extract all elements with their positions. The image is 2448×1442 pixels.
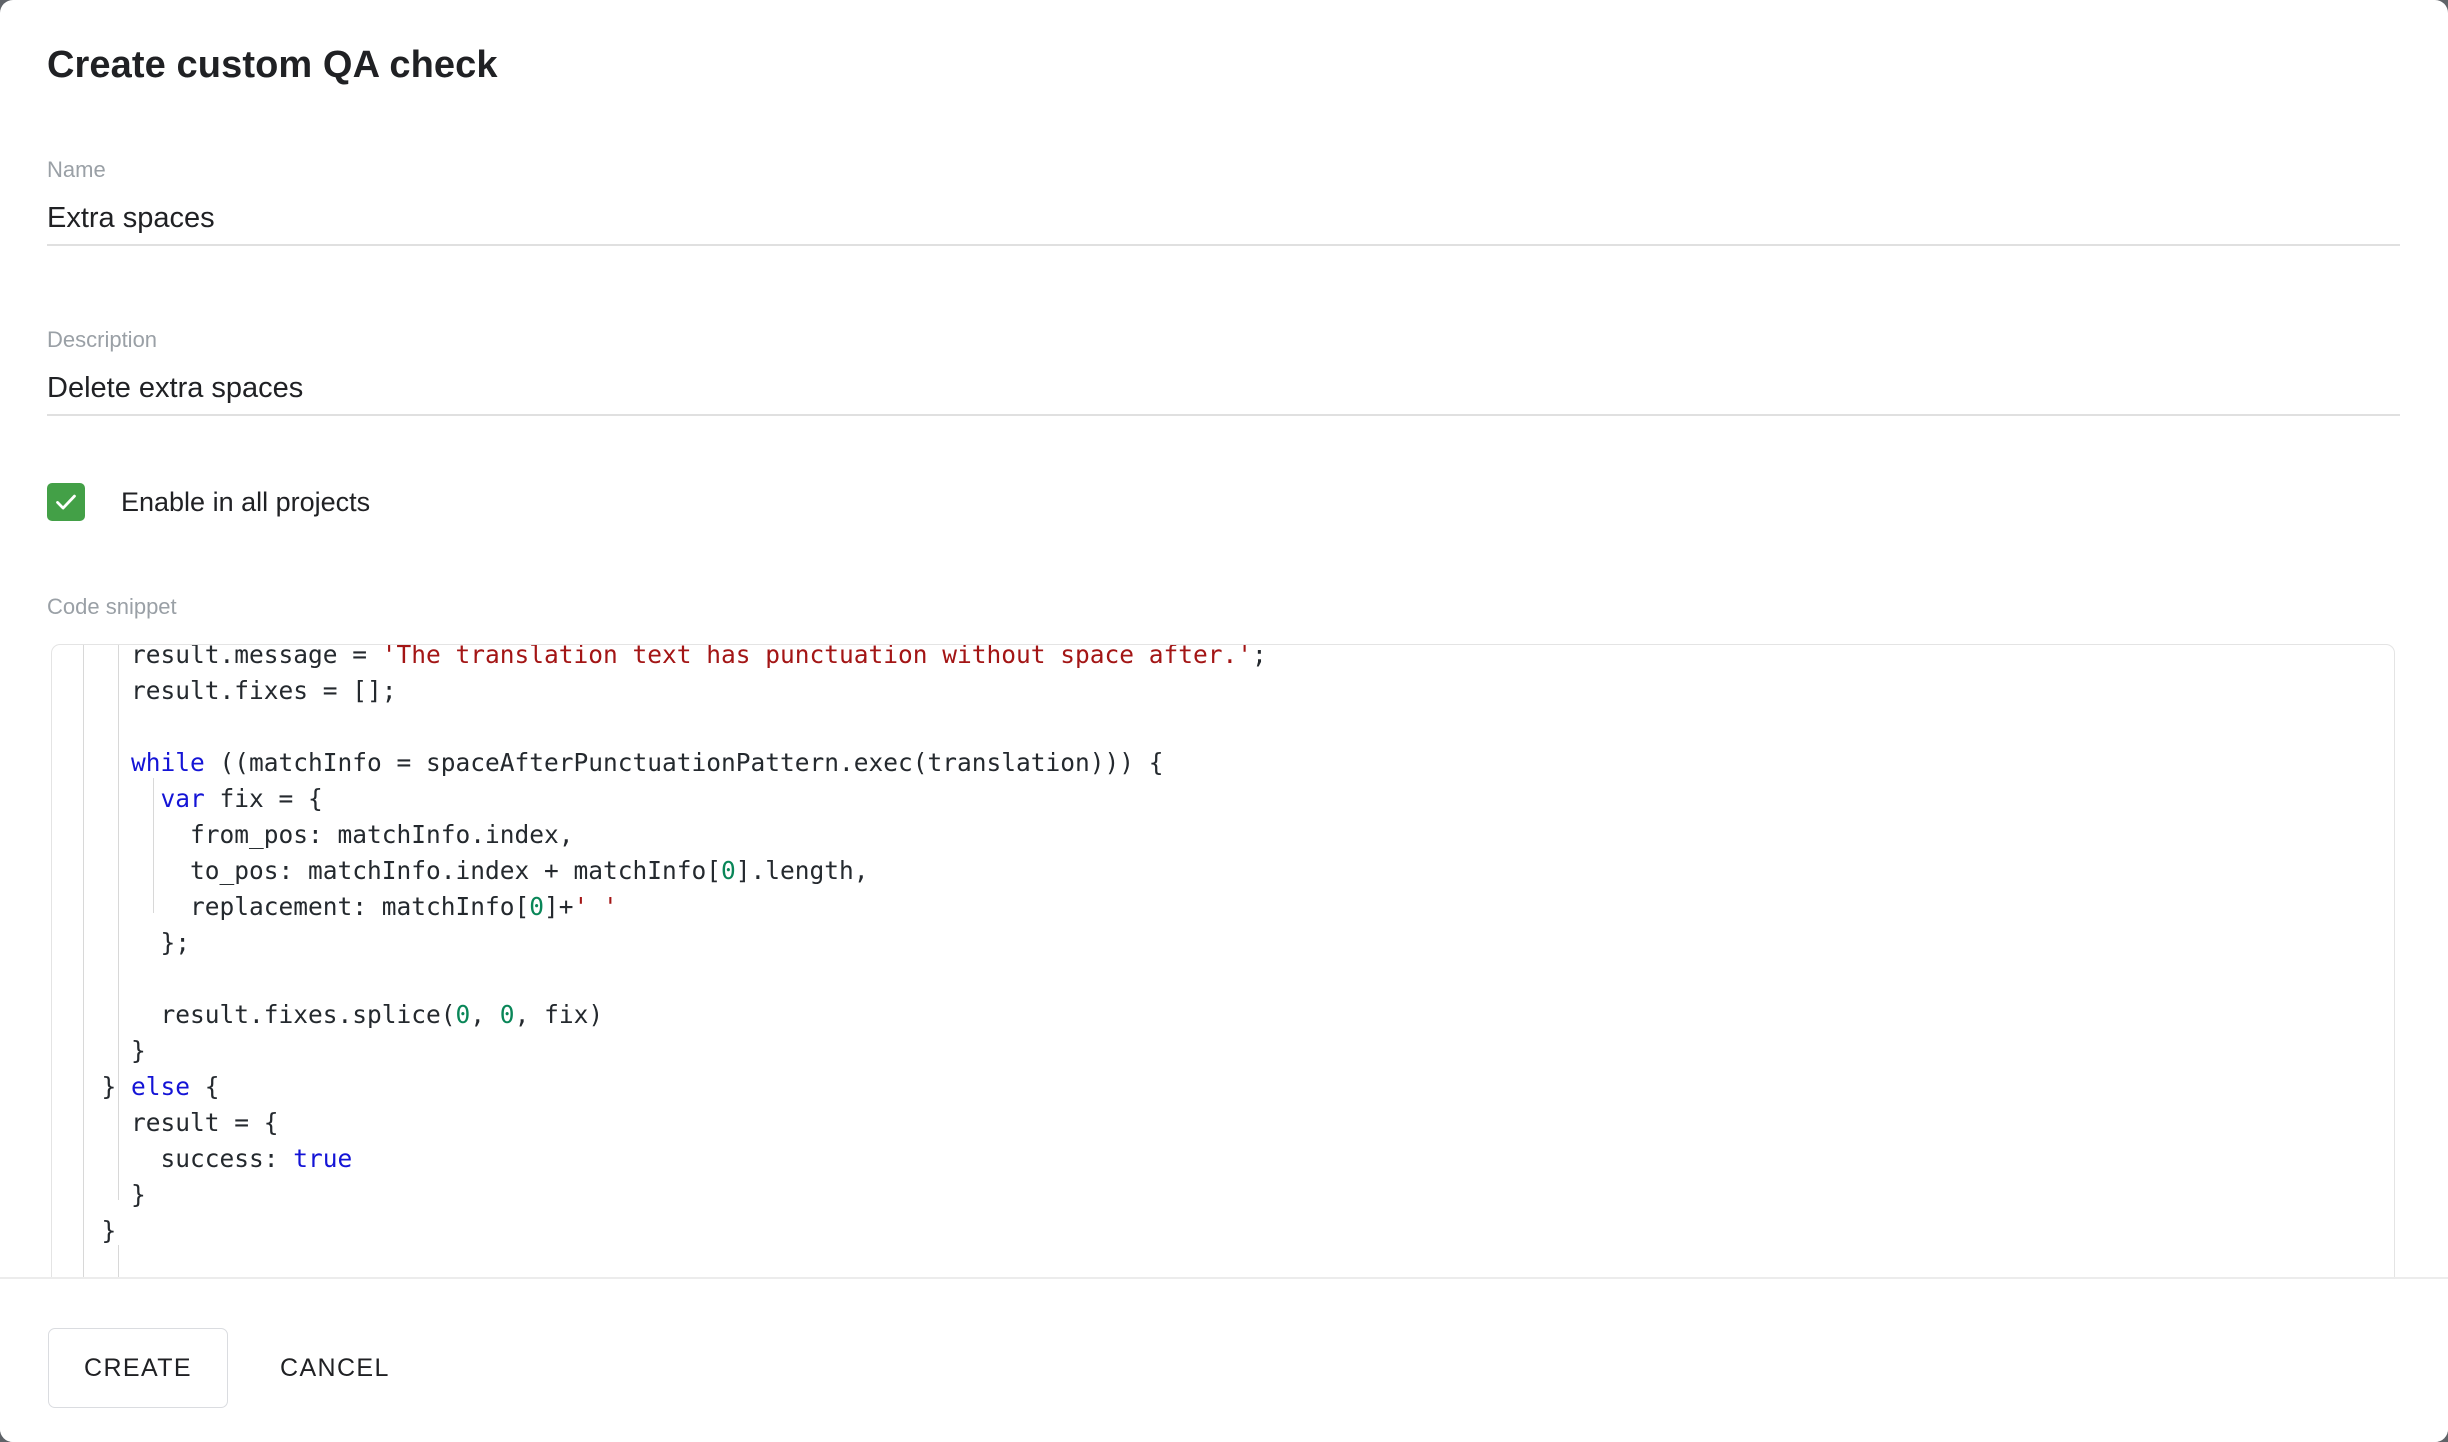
code-line: } [52,1177,2394,1213]
enable-in-all-projects-label: Enable in all projects [121,487,370,518]
create-button[interactable]: CREATE [48,1328,228,1408]
code-token: ' ' [574,892,618,921]
code-token: 'The translation text has punctuation wi… [382,644,1252,669]
indent-guide [118,645,119,1200]
code-line: success: true [52,1141,2394,1177]
code-line: replacement: matchInfo[0]+' ' [52,889,2394,925]
code-token [72,748,131,777]
create-qa-check-dialog: Create custom QA check Name Description … [0,0,2448,1442]
description-field-label: Description [47,326,2400,354]
code-surface[interactable]: result.message = 'The translation text h… [52,644,2394,1277]
code-token: 0 [529,892,544,921]
enable-in-all-projects-row[interactable]: Enable in all projects [47,483,370,521]
code-line: } [52,1033,2394,1069]
description-field-group: Description [47,326,2400,408]
code-line: from_pos: matchInfo.index, [52,817,2394,853]
code-token: 0 [721,856,736,885]
code-snippet-editor[interactable]: result.message = 'The translation text h… [51,644,2395,1277]
code-token: } [72,1072,131,1101]
name-input[interactable] [47,198,2400,238]
code-token: true [293,1144,352,1173]
code-token: result = { [72,1108,279,1137]
code-token: , [470,1000,500,1029]
code-token: }; [72,928,190,957]
dialog-body: Create custom QA check Name Description … [0,0,2448,1277]
code-token: , fix) [515,1000,604,1029]
description-input[interactable] [47,368,2400,408]
checkmark-icon [53,489,79,515]
code-line [52,961,2394,997]
name-field-underline [47,244,2400,246]
code-token: } [72,1216,116,1245]
code-line: } else { [52,1069,2394,1105]
code-token: ]+ [544,892,574,921]
page-title: Create custom QA check [47,44,498,87]
name-field-label: Name [47,156,2400,184]
code-token: fix = { [205,784,323,813]
code-line: }; [52,925,2394,961]
code-token: var [161,784,205,813]
code-token: result.fixes.splice( [72,1000,456,1029]
code-line: var fix = { [52,781,2394,817]
code-token: else [131,1072,190,1101]
code-token: replacement: matchInfo[ [72,892,529,921]
code-token: 0 [500,1000,515,1029]
code-line [52,709,2394,745]
description-field-underline [47,414,2400,416]
code-token [72,784,161,813]
code-token: to_pos: matchInfo.index + matchInfo[ [72,856,721,885]
code-token: 0 [456,1000,471,1029]
code-line: result.fixes.splice(0, 0, fix) [52,997,2394,1033]
code-token: ; [1252,644,1267,669]
code-snippet-label: Code snippet [47,594,177,620]
code-line: to_pos: matchInfo.index + matchInfo[0].l… [52,853,2394,889]
code-token: { [190,1072,220,1101]
code-token: success: [72,1144,293,1173]
code-token: while [131,748,205,777]
code-token: from_pos: matchInfo.index, [72,820,574,849]
code-line: } [52,1213,2394,1249]
code-token: ].length, [736,856,869,885]
cancel-button[interactable]: CANCEL [258,1328,412,1408]
code-line: result = { [52,1105,2394,1141]
indent-guide [118,1245,119,1277]
code-token: ((matchInfo = spaceAfterPunctuationPatte… [205,748,1164,777]
enable-in-all-projects-checkbox[interactable] [47,483,85,521]
code-line: result.fixes = []; [52,673,2394,709]
code-line: result.message = 'The translation text h… [52,644,2394,673]
code-line: while ((matchInfo = spaceAfterPunctuatio… [52,745,2394,781]
indent-guide [83,645,84,1277]
name-field-group: Name [47,156,2400,238]
indent-guide [153,778,154,913]
code-token: result.fixes = []; [72,676,397,705]
dialog-footer: CREATE CANCEL [0,1279,2448,1442]
